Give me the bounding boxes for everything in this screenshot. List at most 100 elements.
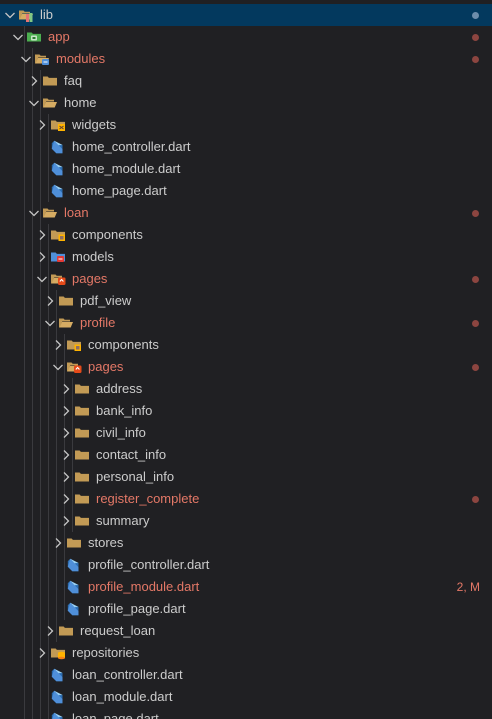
indent-guide <box>40 136 41 158</box>
tree-folder-lib[interactable]: lib <box>0 4 492 26</box>
indent-guide <box>48 510 49 532</box>
tree-folder-stores[interactable]: stores <box>0 532 492 554</box>
indent-guide <box>48 576 49 598</box>
tree-folder-widgets[interactable]: widgets <box>0 114 492 136</box>
tree-folder-app[interactable]: app <box>0 26 492 48</box>
tree-folder-address[interactable]: address <box>0 378 492 400</box>
indent-guide <box>32 510 33 532</box>
tree-folder-contact_info[interactable]: contact_info <box>0 444 492 466</box>
tree-folder-personal_info[interactable]: personal_info <box>0 466 492 488</box>
chevron-right-icon[interactable] <box>34 246 50 268</box>
tree-folder-bank_info[interactable]: bank_info <box>0 400 492 422</box>
indent-guide <box>40 334 41 356</box>
lib-folder-icon <box>18 4 34 26</box>
tree-item-label: register_complete <box>96 491 200 506</box>
chevron-right-icon[interactable] <box>58 400 74 422</box>
tree-item-label: address <box>96 381 143 396</box>
problem-count-badge: 2, M <box>456 580 480 594</box>
chevron-right-icon[interactable] <box>50 532 66 554</box>
tree-folder-components[interactable]: components <box>0 334 492 356</box>
indent-guide <box>24 532 25 554</box>
tree-folder-loan[interactable]: loan <box>0 202 492 224</box>
tree-file-profile_page.dart[interactable]: profile_page.dart <box>0 598 492 620</box>
tree-file-loan_page.dart[interactable]: loan_page.dart <box>0 708 492 719</box>
tree-folder-pages[interactable]: pages <box>0 268 492 290</box>
folder-icon <box>66 532 82 554</box>
chevron-down-icon[interactable] <box>2 4 18 26</box>
chevron-right-icon[interactable] <box>34 224 50 246</box>
chevron-down-icon[interactable] <box>50 356 66 378</box>
indent-guide <box>24 598 25 620</box>
tree-folder-pdf_view[interactable]: pdf_view <box>0 290 492 312</box>
chevron-right-icon[interactable] <box>58 422 74 444</box>
folder-open-icon <box>58 312 74 334</box>
indent-guide <box>24 708 25 719</box>
indent-guide <box>32 378 33 400</box>
tree-folder-home[interactable]: home <box>0 92 492 114</box>
tree-item-label: lib <box>40 7 54 22</box>
chevron-right-icon[interactable] <box>42 620 58 642</box>
tree-item-label: loan <box>64 205 89 220</box>
tree-item-label: profile_module.dart <box>88 579 200 594</box>
tree-folder-civil_info[interactable]: civil_info <box>0 422 492 444</box>
indent-guide <box>24 268 25 290</box>
tree-folder-summary[interactable]: summary <box>0 510 492 532</box>
chevron-right-icon[interactable] <box>58 510 74 532</box>
indent-guide <box>32 312 33 334</box>
tree-folder-request_loan[interactable]: request_loan <box>0 620 492 642</box>
indent-guide <box>32 400 33 422</box>
chevron-right-icon[interactable] <box>34 114 50 136</box>
components-folder-icon <box>66 334 82 356</box>
chevron-down-icon[interactable] <box>26 202 42 224</box>
chevron-down-icon[interactable] <box>42 312 58 334</box>
indent-guide <box>32 576 33 598</box>
models-folder-icon <box>50 246 66 268</box>
tree-folder-models[interactable]: models <box>0 246 492 268</box>
tree-item-label: profile <box>80 315 116 330</box>
indent-guide <box>40 466 41 488</box>
chevron-right-icon[interactable] <box>58 444 74 466</box>
tree-file-profile_module.dart[interactable]: profile_module.dart 2, M <box>0 576 492 598</box>
tree-item-label: civil_info <box>96 425 146 440</box>
chevron-down-icon[interactable] <box>34 268 50 290</box>
chevron-down-icon[interactable] <box>26 92 42 114</box>
chevron-right-icon[interactable] <box>34 642 50 664</box>
indent-guide <box>40 532 41 554</box>
indent-guide <box>32 422 33 444</box>
chevron-right-icon[interactable] <box>50 334 66 356</box>
chevron-right-icon[interactable] <box>26 70 42 92</box>
tree-file-loan_controller.dart[interactable]: loan_controller.dart <box>0 664 492 686</box>
tree-file-home_module.dart[interactable]: home_module.dart <box>0 158 492 180</box>
chevron-right-icon[interactable] <box>58 378 74 400</box>
tree-folder-profile[interactable]: profile <box>0 312 492 334</box>
indent-guide <box>24 466 25 488</box>
chevron-down-icon[interactable] <box>18 48 34 70</box>
indent-guide <box>24 554 25 576</box>
tree-folder-pages[interactable]: pages <box>0 356 492 378</box>
tree-file-profile_controller.dart[interactable]: profile_controller.dart <box>0 554 492 576</box>
tree-folder-components[interactable]: components <box>0 224 492 246</box>
tree-folder-repositories[interactable]: repositories <box>0 642 492 664</box>
indent-guide <box>40 576 41 598</box>
indent-guide <box>24 378 25 400</box>
indent-guide <box>24 356 25 378</box>
tree-file-home_page.dart[interactable]: home_page.dart <box>0 180 492 202</box>
app-folder-icon <box>26 26 42 48</box>
chevron-right-icon[interactable] <box>58 488 74 510</box>
tree-folder-modules[interactable]: modules <box>0 48 492 70</box>
folder-icon <box>74 488 90 510</box>
indent-guide <box>56 488 57 510</box>
tree-file-home_controller.dart[interactable]: home_controller.dart <box>0 136 492 158</box>
indent-guide <box>24 686 25 708</box>
tree-file-loan_module.dart[interactable]: loan_module.dart <box>0 686 492 708</box>
pages-folder-icon <box>50 268 66 290</box>
tree-folder-faq[interactable]: faq <box>0 70 492 92</box>
modified-dot-indicator <box>472 12 479 19</box>
chevron-right-icon[interactable] <box>58 466 74 488</box>
tree-folder-register_complete[interactable]: register_complete <box>0 488 492 510</box>
indent-guide <box>48 334 49 356</box>
chevron-down-icon[interactable] <box>10 26 26 48</box>
tree-item-label: pdf_view <box>80 293 132 308</box>
chevron-right-icon[interactable] <box>42 290 58 312</box>
indent-guide <box>32 268 33 290</box>
